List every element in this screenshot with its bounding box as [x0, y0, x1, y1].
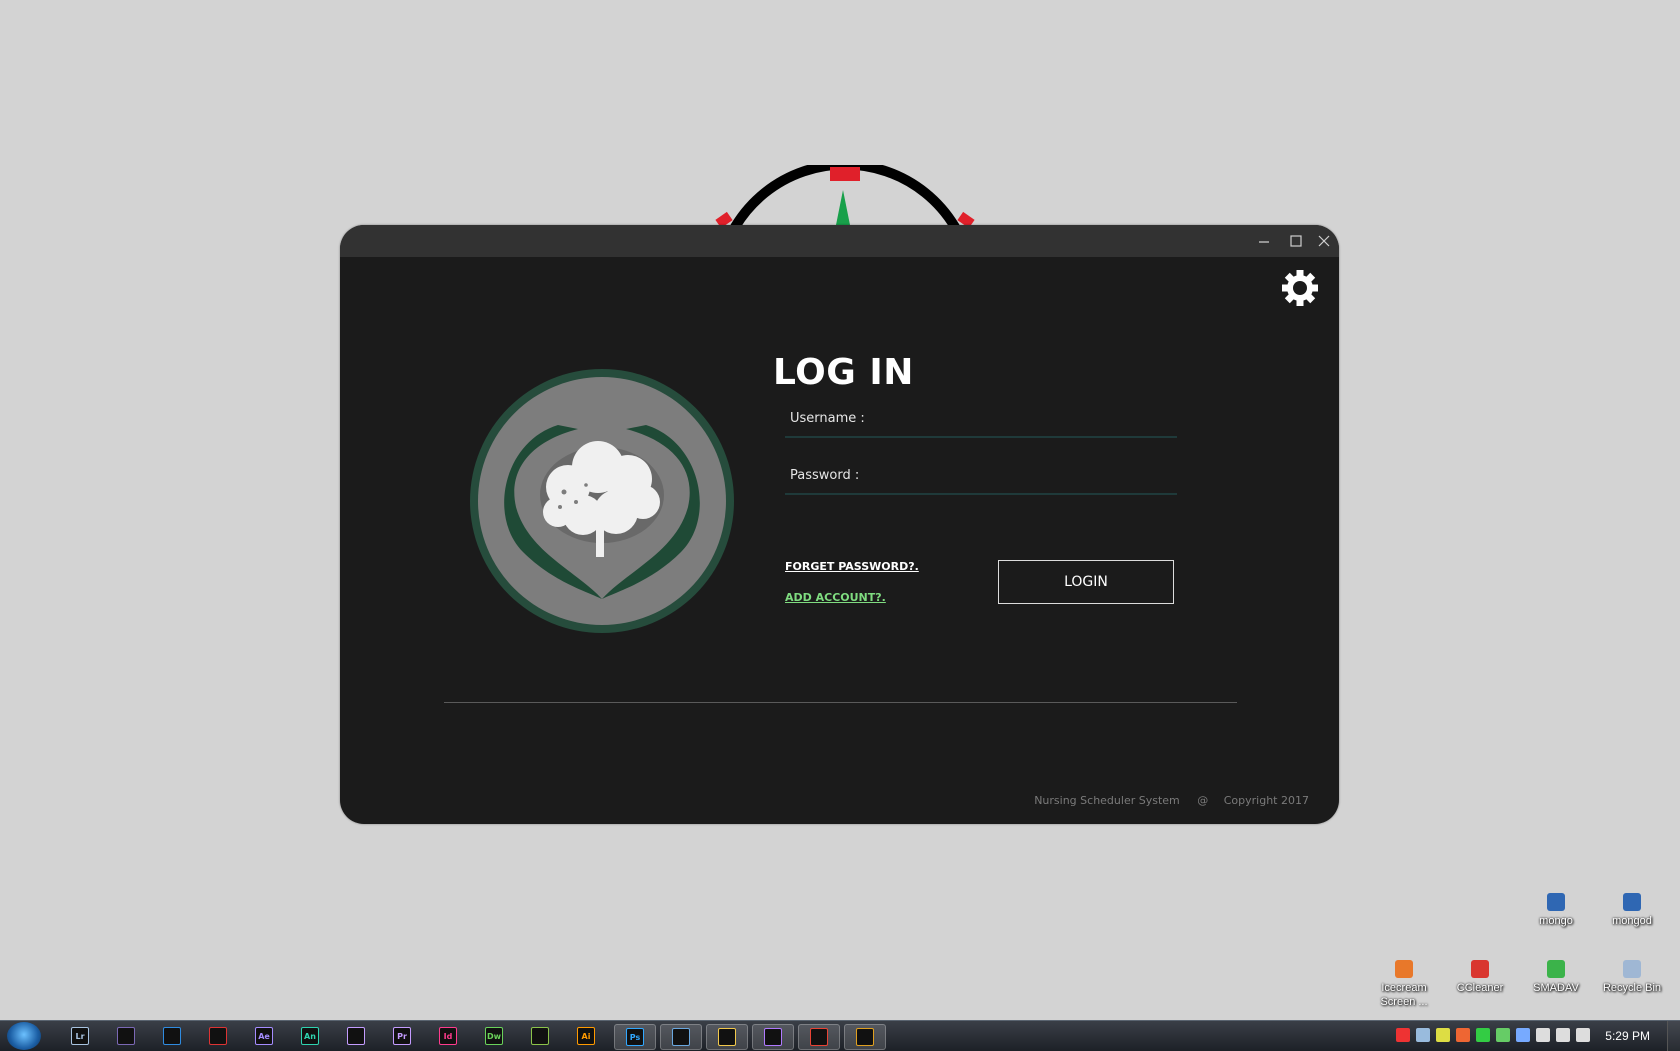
tray-icon[interactable] — [1396, 1028, 1410, 1042]
desktop-icon-icecream-screen[interactable]: Icecream Screen ... — [1368, 960, 1440, 1009]
shortcut-icon — [1623, 960, 1641, 978]
add-account-link[interactable]: ADD ACCOUNT?. — [785, 591, 886, 604]
tree-heart-logo — [470, 369, 734, 633]
tray-icon[interactable] — [1576, 1028, 1590, 1042]
taskbar-animate-icon[interactable]: An — [296, 1024, 324, 1048]
desktop-icon-mongo[interactable]: mongo — [1520, 893, 1592, 928]
desktop-icon-label: mongo — [1539, 915, 1573, 927]
window-titlebar[interactable] — [340, 225, 1339, 257]
system-tray — [1396, 1028, 1590, 1044]
taskbar-indesign-icon[interactable]: Id — [434, 1024, 462, 1048]
tray-icon[interactable] — [1456, 1028, 1470, 1042]
show-desktop-button[interactable] — [1667, 1021, 1680, 1051]
username-field[interactable]: Username : — [785, 408, 1177, 438]
taskbar-file-explorer-icon[interactable] — [706, 1024, 748, 1050]
login-button[interactable]: LOGIN — [998, 560, 1174, 604]
divider — [444, 702, 1237, 703]
taskbar-premiere-rush-icon[interactable] — [342, 1024, 370, 1048]
forget-password-link[interactable]: FORGET PASSWORD?. — [785, 560, 919, 573]
tray-icon[interactable] — [1496, 1028, 1510, 1042]
taskbar-after-effects-icon[interactable]: Ae — [250, 1024, 278, 1048]
taskbar-android-studio-icon[interactable] — [526, 1024, 554, 1048]
taskbar-lightroom-icon[interactable]: Lr — [66, 1024, 94, 1048]
shortcut-icon — [1623, 893, 1641, 911]
shortcut-icon — [1547, 960, 1565, 978]
taskbar-scheduler-app-icon[interactable] — [844, 1024, 886, 1050]
desktop-icon-ccleaner[interactable]: CCleaner — [1444, 960, 1516, 995]
start-button[interactable] — [7, 1022, 41, 1050]
desktop-icon-recycle-bin[interactable]: Recycle Bin — [1596, 960, 1668, 995]
tray-icon[interactable] — [1476, 1028, 1490, 1042]
username-label: Username : — [790, 411, 865, 426]
desktop-icon-mongod[interactable]: mongod — [1596, 893, 1668, 928]
gear-icon[interactable] — [1280, 268, 1320, 308]
taskbar-photoshop-icon[interactable]: Ps — [614, 1024, 656, 1050]
minimize-icon[interactable] — [1252, 229, 1276, 253]
taskbar-visual-studio-icon[interactable] — [752, 1024, 794, 1050]
login-title: LOG IN — [773, 352, 914, 393]
taskbar-illustrator-icon[interactable]: Ai — [572, 1024, 600, 1048]
tray-icon[interactable] — [1536, 1028, 1550, 1042]
desktop-icon-label: Recycle Bin — [1602, 982, 1662, 994]
footer-symbol: @ — [1197, 794, 1209, 807]
footer-copyright: Copyright 2017 — [1223, 794, 1309, 807]
taskbar-pen-tool-icon[interactable] — [204, 1024, 232, 1048]
password-field[interactable]: Password : — [785, 465, 1177, 495]
taskbar-chrome-icon[interactable] — [798, 1024, 840, 1050]
shortcut-icon — [1547, 893, 1565, 911]
password-input[interactable] — [865, 465, 1174, 493]
taskbar: Lr Ae An Pr Id Dw Ai Ps 5:29 PM — [0, 1020, 1680, 1051]
shortcut-icon — [1471, 960, 1489, 978]
tray-icon[interactable] — [1516, 1028, 1530, 1042]
footer: Nursing Scheduler System @ Copyright 201… — [1028, 794, 1309, 807]
shortcut-icon — [1395, 960, 1413, 978]
desktop-icon-smadav[interactable]: SMADAV — [1520, 960, 1592, 995]
taskbar-premiere-icon[interactable]: Pr — [388, 1024, 416, 1048]
maximize-icon[interactable] — [1284, 229, 1308, 253]
taskbar-vscode-icon[interactable] — [158, 1024, 186, 1048]
desktop-icon-label: mongod — [1612, 915, 1652, 927]
tray-icon[interactable] — [1416, 1028, 1430, 1042]
desktop-icon-label: SMADAV — [1533, 982, 1579, 994]
footer-app-name: Nursing Scheduler System — [1034, 794, 1180, 807]
taskbar-eclipse-icon[interactable] — [112, 1024, 140, 1048]
desktop-icon-label: CCleaner — [1456, 982, 1504, 994]
taskbar-dreamweaver-icon[interactable]: Dw — [480, 1024, 508, 1048]
tray-icon[interactable] — [1556, 1028, 1570, 1042]
taskbar-clock[interactable]: 5:29 PM — [1605, 1029, 1650, 1043]
tray-icon[interactable] — [1436, 1028, 1450, 1042]
username-input[interactable] — [865, 408, 1174, 436]
taskbar-app-window-icon[interactable] — [660, 1024, 702, 1050]
close-icon[interactable] — [1312, 229, 1336, 253]
desktop-icon-label: Icecream Screen ... — [1380, 982, 1428, 1008]
password-label: Password : — [790, 468, 860, 483]
login-window: LOG IN Username : Password : FORGET PASS… — [340, 225, 1339, 824]
